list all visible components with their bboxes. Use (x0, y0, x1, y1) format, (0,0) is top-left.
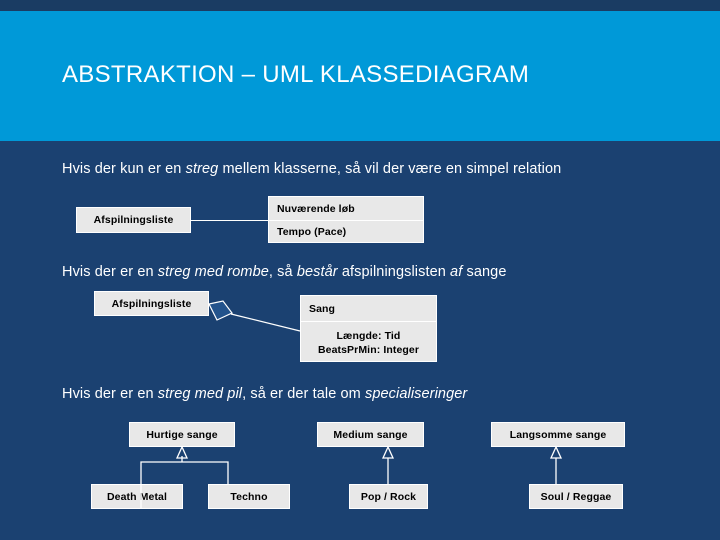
caption-aggregation-em1: streg med rombe (157, 264, 269, 280)
class-attribute-1: Længde: Tid (336, 329, 401, 342)
caption-relation-part1: Hvis der kun er en (62, 161, 186, 177)
caption-relation-em1: streg (185, 161, 219, 177)
inheritance-arrow-icon-langsomme-sange (549, 445, 563, 459)
caption-specialization-em2: specialiseringer (365, 386, 468, 402)
class-box-label: Afspilningsliste (111, 297, 192, 310)
slide-canvas: ABSTRAKTION – UML KLASSEDIAGRAM Hvis der… (0, 0, 720, 540)
class-box-label: Langsomme sange (509, 428, 607, 441)
class-box-row-2: Tempo (Pace) (269, 220, 423, 243)
class-box-hurtige-sange[interactable]: Hurtige sange (129, 422, 235, 447)
class-attribute-2: BeatsPrMin: Integer (317, 343, 420, 356)
class-box-medium-sange[interactable]: Medium sange (317, 422, 424, 447)
caption-aggregation-part4: sange (462, 264, 507, 280)
class-box-techno[interactable]: Techno (208, 484, 290, 509)
aggregation-diamond-icon (208, 300, 233, 321)
class-box-death-metal[interactable]: Death Metal (91, 484, 183, 509)
top-accent-band (0, 0, 720, 11)
class-box-sang[interactable]: Sang Længde: Tid BeatsPrMin: Integer (300, 295, 437, 362)
caption-aggregation-em3: af (450, 264, 463, 280)
class-box-label: Medium sange (333, 428, 408, 441)
relation-connector-line (191, 220, 269, 221)
class-box-row-1: Nuværende løb (277, 202, 355, 215)
class-box-pop-rock[interactable]: Pop / Rock (349, 484, 428, 509)
caption-aggregation: Hvis der er en streg med rombe, så bestå… (62, 264, 506, 280)
class-box-attributes: Længde: Tid BeatsPrMin: Integer (301, 321, 436, 363)
caption-aggregation-em2: består (296, 264, 338, 280)
class-box-soul-reggae[interactable]: Soul / Reggae (529, 484, 623, 509)
class-box-label: Soul / Reggae (540, 490, 612, 503)
caption-aggregation-part3: afspilningslisten (337, 264, 451, 280)
caption-aggregation-part1: Hvis der er en (62, 264, 158, 280)
class-box-label: Techno (230, 490, 268, 503)
caption-specialization-em1: streg med pil (157, 386, 243, 402)
class-box-label: Hurtige sange (146, 428, 218, 441)
caption-specialization-part1: Hvis der er en (62, 386, 158, 402)
aggregation-connector-line (230, 313, 301, 332)
class-box-header: Sang (309, 302, 336, 315)
class-box-afspilningsliste-relation[interactable]: Afspilningsliste (76, 207, 191, 233)
caption-relation: Hvis der kun er en streg mellem klassern… (62, 161, 561, 177)
class-box-nuvaerende-loeb[interactable]: Nuværende løb Tempo (Pace) (268, 196, 424, 243)
caption-specialization: Hvis der er en streg med pil, så er der … (62, 386, 467, 402)
caption-aggregation-part2: , så (268, 264, 297, 280)
class-box-afspilningsliste-aggregation[interactable]: Afspilningsliste (94, 291, 209, 316)
caption-specialization-part2: , så er der tale om (242, 386, 365, 402)
page-title: ABSTRAKTION – UML KLASSEDIAGRAM (62, 61, 530, 88)
inheritance-arrow-icon-medium-sange (381, 445, 395, 459)
class-box-langsomme-sange[interactable]: Langsomme sange (491, 422, 625, 447)
caption-relation-part2: mellem klasserne, så vil der være en sim… (218, 161, 562, 177)
class-box-label: Death Metal (106, 490, 168, 503)
class-box-label: Afspilningsliste (93, 214, 174, 226)
inheritance-arrow-icon-hurtige-sange (175, 445, 189, 459)
class-box-label: Pop / Rock (360, 490, 417, 503)
